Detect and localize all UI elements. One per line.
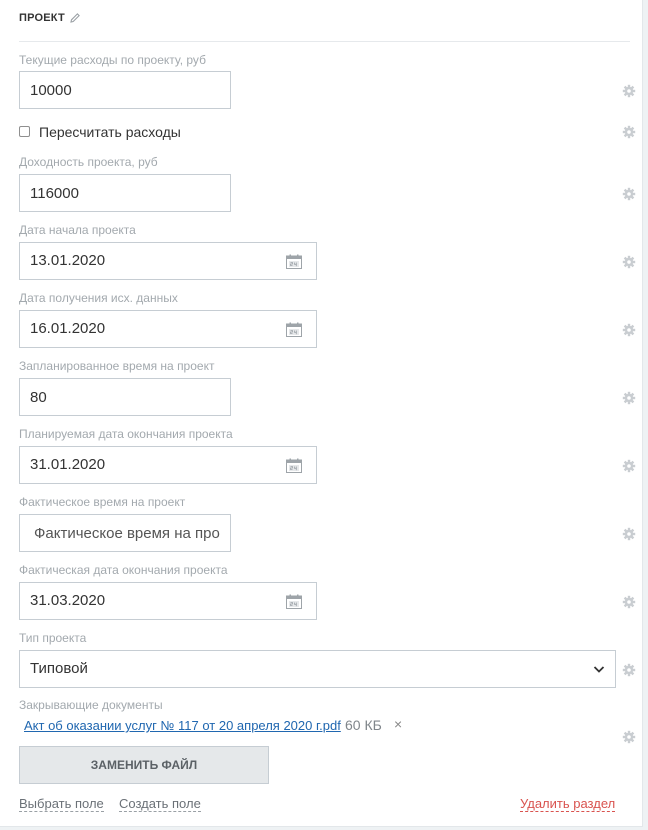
calendar-icon[interactable] (286, 458, 302, 473)
gear-icon[interactable] (622, 255, 636, 269)
gear-icon[interactable] (622, 125, 636, 139)
calendar-icon[interactable] (286, 322, 302, 337)
start-date-label: Дата начала проекта (19, 223, 136, 237)
actual-end-date-label: Фактическая дата окончания проекта (19, 563, 228, 577)
gear-icon[interactable] (622, 187, 636, 201)
planned-end-date-input[interactable]: 31.01.2020 (19, 446, 317, 484)
actual-time-input[interactable] (19, 514, 231, 552)
recalculate-checkbox[interactable] (19, 126, 30, 137)
project-type-select[interactable]: Типовой (19, 650, 616, 688)
actual-end-date-input[interactable]: 31.03.2020 (19, 582, 317, 620)
planned-end-date-value: 31.01.2020 (30, 456, 106, 473)
start-date-value: 13.01.2020 (30, 252, 106, 269)
replace-file-button[interactable]: ЗАМЕНИТЬ ФАЙЛ (19, 746, 269, 784)
chevron-down-icon[interactable] (593, 665, 605, 674)
planned-time-label: Запланированное время на проект (19, 359, 215, 373)
delete-section-link[interactable]: Удалить раздел (520, 796, 616, 812)
select-field-link[interactable]: Выбрать поле (19, 796, 104, 812)
section-title: ПРОЕКТ (19, 12, 65, 24)
gear-icon[interactable] (622, 391, 636, 405)
file-size: 60 КБ (345, 717, 382, 733)
section-divider (19, 41, 630, 42)
gear-icon[interactable] (622, 323, 636, 337)
start-date-input[interactable]: 13.01.2020 (19, 242, 317, 280)
planned-time-input[interactable] (19, 378, 231, 416)
gear-icon[interactable] (622, 84, 636, 98)
file-link[interactable]: Акт об оказании услуг № 117 от 20 апреля… (24, 718, 341, 733)
closing-docs-label: Закрывающие документы (19, 698, 163, 712)
gear-icon[interactable] (622, 595, 636, 609)
project-type-value: Типовой (30, 660, 88, 677)
project-type-label: Тип проекта (19, 631, 87, 645)
gear-icon[interactable] (622, 663, 636, 677)
pencil-icon[interactable] (69, 12, 81, 24)
gear-icon[interactable] (622, 527, 636, 541)
actual-end-date-value: 31.03.2020 (30, 592, 106, 609)
source-data-date-value: 16.01.2020 (30, 320, 106, 337)
actual-time-label: Фактическое время на проект (19, 495, 186, 509)
create-field-link[interactable]: Создать поле (119, 796, 201, 812)
source-data-date-input[interactable]: 16.01.2020 (19, 310, 317, 348)
remove-file-icon[interactable]: × (394, 716, 402, 732)
gear-icon[interactable] (622, 459, 636, 473)
profitability-label: Доходность проекта, руб (19, 155, 158, 169)
calendar-icon[interactable] (286, 594, 302, 609)
current-costs-label: Текущие расходы по проекту, руб (19, 53, 206, 67)
current-costs-input[interactable] (19, 71, 231, 109)
profitability-input[interactable] (19, 174, 231, 212)
source-data-date-label: Дата получения исх. данных (19, 291, 178, 305)
recalculate-label[interactable]: Пересчитать расходы (39, 124, 181, 140)
planned-end-date-label: Планируемая дата окончания проекта (19, 427, 233, 441)
calendar-icon[interactable] (286, 254, 302, 269)
section-card: ПРОЕКТ Текущие расходы по проекту, руб П… (0, 0, 643, 827)
gear-icon[interactable] (622, 730, 636, 744)
